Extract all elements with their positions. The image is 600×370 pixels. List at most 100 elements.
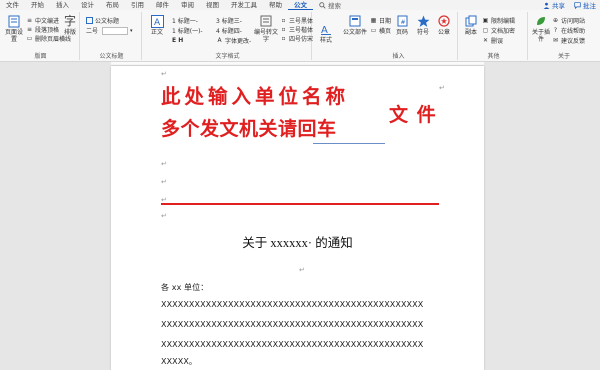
page-number-label: 页码: [395, 29, 408, 36]
font-size-box[interactable]: [102, 26, 129, 35]
search-label: 搜索: [328, 2, 341, 10]
document-page[interactable]: ↵ 此处输入单位名称 ↵ 多个发文机关请回车 文 件 ↵ ↵ ↵ ↵ 关于 xx…: [111, 66, 484, 370]
encrypt-button[interactable]: ▢ 文档加密: [482, 26, 515, 35]
search-box[interactable]: 搜索: [313, 0, 347, 10]
heading1-button[interactable]: 1 标题一-: [172, 16, 198, 25]
chinese-indent-button[interactable]: ≡ 中文编进: [26, 16, 59, 25]
delete-errors-button[interactable]: ✕ 删误: [482, 36, 503, 45]
star-icon: [416, 14, 430, 28]
globe-icon: ⊕: [552, 17, 559, 24]
online-help-button[interactable]: ? 在线帮助: [552, 26, 585, 35]
svg-text:A: A: [154, 18, 161, 28]
share-icon: [543, 2, 550, 9]
paragraph-icon: ≡: [26, 26, 33, 33]
org-name-line1[interactable]: 此处输入单位名称: [161, 80, 349, 109]
group-other: 副本 ▣ 限制编辑 ▢ 文档加密 ✕ 删误 其他: [460, 12, 528, 60]
paragraph-mark: ↵: [161, 212, 167, 220]
style-fangsong-label: 四号仿宋: [289, 36, 314, 43]
group-text-label: 文字格式: [215, 53, 240, 60]
visit-website-button[interactable]: ⊕ 访问网站: [552, 16, 585, 25]
tab-review[interactable]: 审阅: [175, 0, 200, 10]
group-layout: 页面设置 ≡ 中文编进 ≡ 段落顶格 ▭ 删除页眉横线 字 排版 版面: [2, 12, 80, 60]
numbering-to-text-button[interactable]: 编号转文字: [254, 14, 278, 43]
encrypt-label: 文档加密: [491, 28, 516, 35]
typeset-label: 排版: [63, 29, 76, 36]
style-heiti-button[interactable]: ▫ 三号黑体: [280, 16, 313, 25]
body-line[interactable]: XXXXX。: [161, 356, 197, 367]
doc-parts-button[interactable]: 公文部件: [342, 14, 368, 36]
tab-help[interactable]: 帮助: [263, 0, 288, 10]
typeset-button[interactable]: 字 排版: [62, 14, 78, 37]
font-change-button[interactable]: A 字体更改-: [216, 36, 251, 45]
about-plugin-button[interactable]: 关于插件: [532, 14, 550, 43]
group-other-label: 其他: [487, 53, 500, 60]
tab-layout[interactable]: 布局: [100, 0, 125, 10]
delete-icon: ✕: [482, 37, 489, 44]
symbol-label: 符号: [416, 29, 429, 36]
official-title-button[interactable]: 公文标题: [86, 16, 119, 25]
paragraph-mark: ↵: [299, 266, 305, 274]
font-size-select[interactable]: 二号 ▾: [86, 26, 133, 35]
comment-button[interactable]: 批注: [574, 0, 596, 10]
landscape-page-button[interactable]: ▭ 横页: [370, 26, 391, 35]
file-word[interactable]: 文 件: [389, 100, 437, 127]
body-text-icon: A: [150, 14, 164, 28]
share-label: 共享: [552, 2, 565, 10]
bold-heading-button[interactable]: E H: [172, 36, 183, 45]
tab-developer[interactable]: 开发工具: [225, 0, 263, 10]
feedback-icon: ✉: [552, 37, 559, 44]
date-button[interactable]: ▦ 日期: [370, 16, 391, 25]
copy-label: 副本: [464, 29, 477, 36]
feedback-button[interactable]: ✉ 建议反馈: [552, 36, 585, 45]
body-line[interactable]: XXXXXXXXXXXXXXXXXXXXXXXXXXXXXXXXXXXXXXXX…: [161, 340, 423, 349]
paragraph-top-button[interactable]: ≡ 段落顶格: [26, 25, 59, 34]
group-text-format: A 正文 1 标题一- 3 标题三- 1 标题(一)- 4 标题四- E H A…: [144, 12, 313, 60]
svg-text:#: #: [400, 19, 405, 26]
help-icon: ?: [553, 27, 558, 34]
tab-design[interactable]: 设计: [75, 0, 100, 10]
lock-icon: ▣: [482, 17, 489, 24]
style-fangsong-button[interactable]: ▫ 四号仿宋: [280, 34, 313, 43]
heading-paren-button[interactable]: 1 标题(一)-: [172, 26, 203, 35]
tab-home[interactable]: 开始: [25, 0, 50, 10]
delete-errors-label: 删误: [491, 38, 504, 45]
font-change-label: 字体更改-: [225, 38, 252, 45]
tab-file[interactable]: 文件: [0, 0, 25, 10]
bold-heading-label: E H: [172, 37, 184, 44]
tab-view[interactable]: 视图: [200, 0, 225, 10]
visit-website-label: 访问网站: [561, 18, 586, 25]
comment-label: 批注: [583, 2, 596, 10]
symbol-button[interactable]: 符号: [414, 14, 432, 36]
copy-button[interactable]: 副本: [462, 14, 480, 36]
svg-text:A: A: [321, 25, 328, 35]
body-line[interactable]: XXXXXXXXXXXXXXXXXXXXXXXXXXXXXXXXXXXXXXXX…: [161, 320, 423, 329]
seal-button[interactable]: 公章: [434, 14, 454, 36]
body-text-button[interactable]: A 正文: [146, 14, 168, 36]
paragraph-mark: ↵: [161, 70, 167, 78]
page-setup-button[interactable]: 页面设置: [3, 14, 25, 43]
copy-icon: [464, 14, 478, 28]
share-button[interactable]: 共享: [543, 0, 565, 10]
style-kaiti-button[interactable]: ▫ 三号楷体: [280, 25, 313, 34]
salutation[interactable]: 各 xx 单位：: [161, 282, 208, 293]
group-insert: 公文部件 ▦ 日期 ▭ 横页 # 页码 符号 公章 插入: [340, 12, 458, 60]
restrict-edit-button[interactable]: ▣ 限制编辑: [482, 16, 515, 25]
body-line[interactable]: XXXXXXXXXXXXXXXXXXXXXXXXXXXXXXXXXXXXXXXX…: [161, 300, 423, 309]
page-number-button[interactable]: # 页码: [392, 14, 412, 36]
font-size-value: 二号: [86, 28, 99, 35]
tab-mailings[interactable]: 邮件: [150, 0, 175, 10]
tab-official-doc[interactable]: 公文: [288, 0, 313, 10]
group-layout-label: 版面: [34, 53, 47, 60]
styles-button[interactable]: A 样式: [316, 22, 336, 44]
tab-references[interactable]: 引用: [125, 0, 150, 10]
org-name-line2[interactable]: 多个发文机关请回车: [161, 114, 337, 141]
date-label: 日期: [379, 18, 392, 25]
heading3-button[interactable]: 3 标题三-: [216, 16, 242, 25]
document-title[interactable]: 关于 xxxxxx· 的通知: [111, 232, 484, 251]
seal-label: 公章: [437, 29, 450, 36]
indent-icon: ≡: [26, 17, 33, 24]
tab-insert[interactable]: 插入: [50, 0, 75, 10]
group-official-label: 公文标题: [99, 53, 124, 60]
seal-icon: [437, 14, 451, 28]
heading4-button[interactable]: 4 标题四-: [216, 26, 242, 35]
